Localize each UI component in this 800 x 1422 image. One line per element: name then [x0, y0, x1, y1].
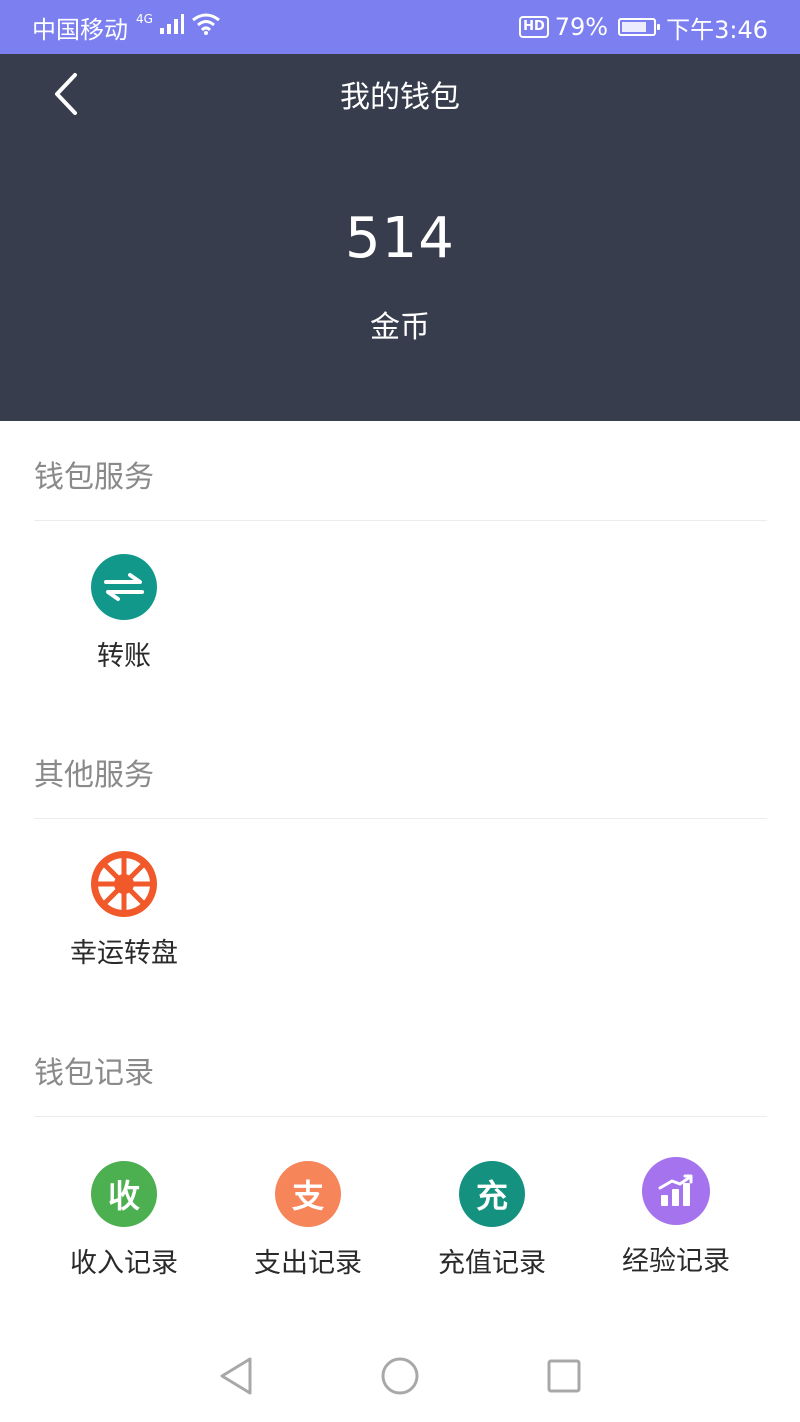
section-title-wallet-services: 钱包服务 — [34, 460, 154, 495]
page-title: 我的钱包 — [340, 80, 460, 115]
circle-home-icon — [381, 1357, 419, 1395]
status-left: 中国移动 4G — [32, 10, 221, 45]
battery-percent: 79% — [554, 13, 609, 41]
nav-back-button[interactable] — [214, 1354, 258, 1398]
wifi-icon — [191, 12, 221, 42]
hd-badge: HD — [519, 16, 549, 38]
experience-record-label: 经验记录 — [622, 1246, 730, 1277]
status-right: HD 79% 下午3:46 — [519, 10, 768, 45]
expense-icon: 支 — [275, 1161, 341, 1227]
nav-home-button[interactable] — [378, 1354, 422, 1398]
balance-panel: 514 金币 — [0, 134, 800, 421]
carrier-label: 中国移动 — [32, 15, 128, 44]
section-title-other-services: 其他服务 — [34, 758, 154, 793]
recharge-record-button[interactable]: 充 充值记录 — [417, 1161, 567, 1280]
lucky-wheel-label: 幸运转盘 — [70, 938, 178, 969]
triangle-back-icon — [220, 1357, 252, 1395]
divider — [34, 818, 767, 819]
system-nav-bar — [0, 1330, 800, 1422]
nav-recents-button[interactable] — [542, 1354, 586, 1398]
app-header: 我的钱包 — [0, 54, 800, 135]
clock: 下午3:46 — [666, 15, 768, 44]
status-bar: 中国移动 4G HD 79% 下午3:46 — [0, 0, 800, 54]
income-record-label: 收入记录 — [70, 1248, 178, 1279]
transfer-icon — [91, 554, 157, 620]
divider — [34, 520, 767, 521]
expense-record-button[interactable]: 支 支出记录 — [233, 1161, 383, 1280]
transfer-label: 转账 — [97, 641, 151, 672]
battery-icon — [618, 18, 661, 36]
square-recents-icon — [547, 1359, 581, 1393]
recharge-record-label: 充值记录 — [438, 1248, 546, 1279]
coin-balance: 514 — [345, 206, 455, 271]
network-type: 4G — [136, 12, 153, 26]
back-button[interactable] — [44, 72, 88, 116]
expense-record-label: 支出记录 — [254, 1248, 362, 1279]
income-record-button[interactable]: 收 收入记录 — [49, 1161, 199, 1280]
divider — [34, 1116, 767, 1117]
transfer-button[interactable]: 转账 — [49, 554, 199, 673]
signal-icon — [159, 13, 185, 41]
income-icon: 收 — [91, 1161, 157, 1227]
coin-unit-label: 金币 — [370, 310, 430, 345]
wheel-icon — [91, 851, 157, 917]
lucky-wheel-button[interactable]: 幸运转盘 — [49, 851, 199, 970]
experience-record-button[interactable]: 经验记录 — [601, 1157, 751, 1278]
chevron-left-icon — [55, 73, 77, 115]
section-title-wallet-records: 钱包记录 — [34, 1056, 154, 1091]
recharge-icon: 充 — [459, 1161, 525, 1227]
bar-chart-icon — [642, 1157, 710, 1225]
